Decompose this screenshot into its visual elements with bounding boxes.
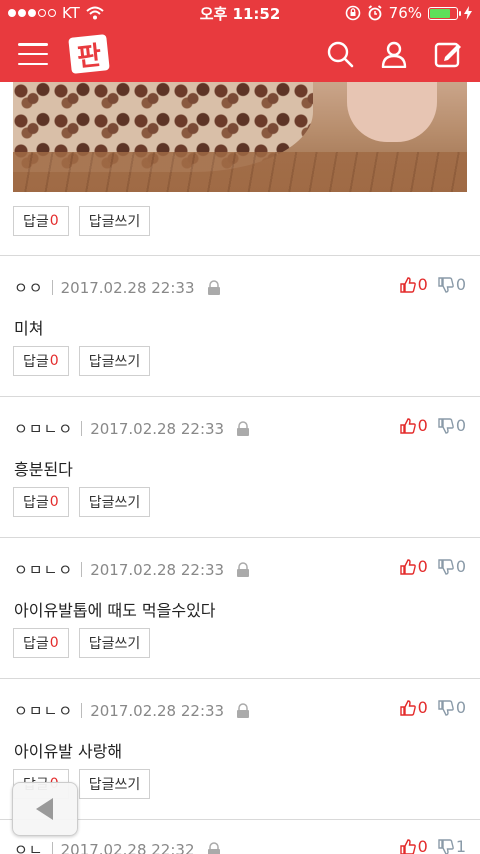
thumbs-up-icon (399, 276, 416, 293)
comment-text: 미쳐 (14, 319, 44, 338)
wifi-icon (86, 6, 104, 20)
thumbs-up-icon (399, 838, 416, 854)
charging-icon (464, 6, 472, 20)
upvote-button[interactable]: 0 (399, 837, 428, 854)
thumbs-down-icon (438, 417, 454, 434)
comment-actions: 답글0 답글쓰기 (13, 346, 151, 376)
write-reply-button[interactable]: 답글쓰기 (78, 346, 151, 376)
thumbs-up-icon (399, 558, 416, 575)
lock-icon (237, 702, 250, 718)
app-header: 판 (0, 26, 480, 82)
comment-date: 2017.02.28 22:33 (60, 278, 195, 297)
back-arrow-icon (36, 798, 53, 820)
write-reply-button[interactable]: 답글쓰기 (78, 487, 151, 517)
comment-actions: 답글0 답글쓰기 (13, 487, 151, 517)
rotation-lock-icon (345, 5, 360, 21)
comment-meta: ㅇㅁㄴㅇ 2017.02.28 22:33 (14, 559, 250, 580)
write-icon[interactable] (434, 40, 462, 68)
upvote-button[interactable]: 0 (399, 416, 428, 435)
divider (0, 537, 480, 538)
alarm-icon (368, 5, 382, 21)
comment-actions: 답글0 답글쓰기 (13, 628, 151, 658)
reply-count-button[interactable]: 답글0 (13, 206, 69, 236)
comment-date: 2017.02.28 22:33 (90, 560, 225, 579)
comment-meta: ㅇㄴ 2017.02.28 22:32 (14, 839, 221, 854)
post-photo (13, 82, 467, 192)
reply-count-button[interactable]: 답글0 (13, 487, 69, 517)
write-reply-button[interactable]: 답글쓰기 (78, 206, 151, 236)
status-bar: KT 오후 11:52 76% (0, 0, 480, 26)
thumbs-down-icon (438, 276, 454, 293)
thumbs-down-icon (438, 558, 454, 575)
reply-count-button[interactable]: 답글0 (13, 628, 69, 658)
comment-author[interactable]: ㅇㅁㄴㅇ (14, 559, 73, 580)
comment-votes: 0 1 (399, 837, 466, 854)
back-button[interactable] (12, 782, 78, 836)
downvote-button[interactable]: 0 (438, 557, 466, 576)
comment-list: 답글 0 답글쓰기 ㅇㅇ 2017.02.28 22:33 0 0 미쳐 답글 0 … (0, 82, 480, 854)
upvote-button[interactable]: 0 (399, 698, 428, 717)
top-post-actions: 답글 0 답글쓰기 (13, 206, 151, 236)
thumbs-down-icon (438, 699, 454, 716)
lock-icon (207, 279, 220, 295)
thumbs-up-icon (399, 417, 416, 434)
upvote-button[interactable]: 0 (399, 275, 428, 294)
user-icon[interactable] (380, 40, 408, 68)
status-left: KT (8, 4, 104, 22)
divider (0, 396, 480, 397)
divider (0, 678, 480, 679)
comment-author[interactable]: ㅇㅁㄴㅇ (14, 418, 73, 439)
menu-icon[interactable] (18, 43, 48, 65)
write-reply-button[interactable]: 답글쓰기 (78, 769, 151, 799)
comment-text: 흥분된다 (14, 460, 73, 479)
header-actions (326, 40, 462, 68)
comment-text: 아이유발톱에 때도 먹을수있다 (14, 601, 216, 620)
comment-meta: ㅇㅇ 2017.02.28 22:33 (14, 277, 221, 298)
comment-author[interactable]: ㅇㄴ (14, 839, 44, 854)
comment-meta: ㅇㅁㄴㅇ 2017.02.28 22:33 (14, 418, 250, 439)
divider (0, 255, 480, 256)
lock-icon (237, 420, 250, 436)
comment-text: 아이유발 사랑해 (14, 742, 123, 761)
upvote-button[interactable]: 0 (399, 557, 428, 576)
comment-votes: 0 0 (399, 275, 466, 294)
downvote-button[interactable]: 0 (438, 698, 466, 717)
comment-votes: 0 0 (399, 416, 466, 435)
carrier-label: KT (62, 4, 80, 22)
comment-meta: ㅇㅁㄴㅇ 2017.02.28 22:33 (14, 700, 250, 721)
comment-date: 2017.02.28 22:33 (90, 419, 225, 438)
logo[interactable]: 판 (68, 34, 110, 74)
write-reply-button[interactable]: 답글쓰기 (78, 628, 151, 658)
downvote-button[interactable]: 0 (438, 416, 466, 435)
comment-author[interactable]: ㅇㅁㄴㅇ (14, 700, 73, 721)
reply-count-button[interactable]: 답글0 (13, 346, 69, 376)
downvote-button[interactable]: 0 (438, 275, 466, 294)
comment-date: 2017.02.28 22:32 (60, 840, 195, 854)
comment-author[interactable]: ㅇㅇ (14, 277, 44, 298)
downvote-button[interactable]: 1 (438, 837, 466, 854)
search-icon[interactable] (326, 40, 354, 68)
lock-icon (237, 561, 250, 577)
lock-icon (207, 841, 220, 854)
comment-date: 2017.02.28 22:33 (90, 701, 225, 720)
thumbs-up-icon (399, 699, 416, 716)
comment-votes: 0 0 (399, 698, 466, 717)
thumbs-down-icon (438, 838, 454, 854)
status-right: 76% (345, 4, 472, 22)
comment-votes: 0 0 (399, 557, 466, 576)
signal-icon (8, 9, 56, 17)
battery-percent: 76% (388, 4, 422, 22)
battery-icon (428, 6, 461, 20)
